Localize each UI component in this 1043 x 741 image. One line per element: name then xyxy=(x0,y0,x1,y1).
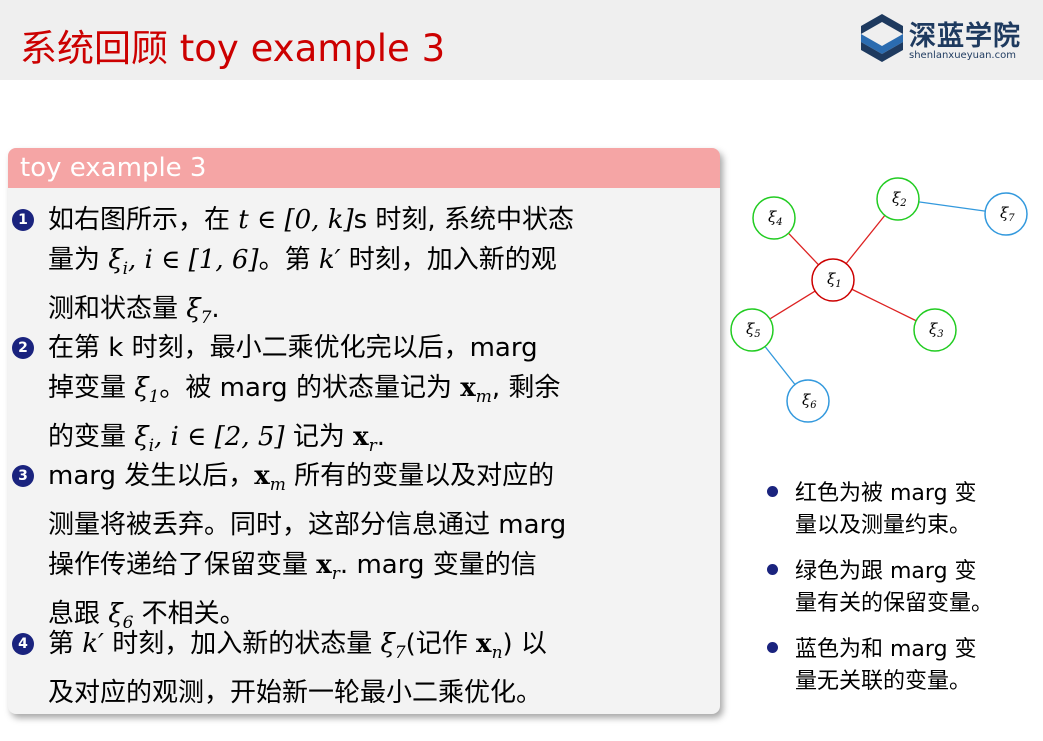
block-title-text: toy example 3 xyxy=(20,153,207,183)
math-symbol: ξ xyxy=(380,629,395,659)
logo-text: 深蓝学院 xyxy=(909,21,1021,52)
math-symbol: ξ xyxy=(134,422,149,453)
graph-edge xyxy=(788,232,819,266)
bullet-line: 量有关的保留变量。 xyxy=(795,591,994,616)
item-line: 掉变量 ξ1。被 marg 的状态量记为 xm, 剩余 xyxy=(48,373,561,408)
slide-title: 系统回顾 toy example 3 xyxy=(20,27,446,70)
bullet-line: 绿色为跟 marg 变 xyxy=(795,559,977,584)
item-number-badge: 4 xyxy=(12,633,34,655)
math-subscript: r xyxy=(368,436,377,457)
item-line: 测量将被丢弃。同时，这部分信息通过 marg xyxy=(48,510,567,541)
graph-edge xyxy=(845,214,886,265)
bullet-icon xyxy=(767,486,778,497)
math-symbol: ξ xyxy=(186,294,201,325)
bullet-line: 量无关联的变量。 xyxy=(795,669,972,694)
math-symbol: , i ∈ [1, 6] xyxy=(128,245,259,275)
item-line: 及对应的观测，开始新一轮最小二乘优化。 xyxy=(48,678,543,709)
math-subscript: n xyxy=(491,643,503,664)
math-vector: x xyxy=(476,629,492,659)
math-subscript: 7 xyxy=(200,308,212,329)
math-symbol: ξ xyxy=(108,245,123,275)
slide-header: 系统回顾 toy example 3 深蓝学院 shenlanxueyuan.c… xyxy=(0,0,1043,80)
legend-bullet-item: 绿色为跟 marg 变量有关的保留变量。 xyxy=(765,556,1035,620)
math-vector: x xyxy=(254,461,270,491)
math-symbol: ξ xyxy=(134,373,149,403)
graph-edge xyxy=(851,288,917,322)
bullet-line: 量以及测量约束。 xyxy=(795,513,972,538)
legend-bullets: 红色为被 marg 变量以及测量约束。 绿色为跟 marg 变量有关的保留变量。蓝… xyxy=(765,478,1035,712)
graph-edge xyxy=(769,290,816,320)
math-vector: x xyxy=(316,550,332,581)
math-symbol: t ∈ [0, k] xyxy=(238,205,354,235)
bullet-icon xyxy=(767,642,778,653)
math-symbol: k′ xyxy=(82,629,104,659)
list-item: 2 在第 k 时刻，最小二乘优化完以后，marg 掉变量 ξ1。被 marg 的状态… xyxy=(12,328,561,466)
math-vector: x xyxy=(460,373,476,403)
bullet-icon xyxy=(767,564,778,575)
item-number-badge: 1 xyxy=(12,209,34,231)
item-line: 在第 k 时刻，最小二乘优化完以后，marg xyxy=(48,333,538,363)
item-line: marg 发生以后，xm 所有的变量以及对应的 xyxy=(48,461,555,496)
logo-url: shenlanxueyuan.com xyxy=(909,50,1016,61)
list-item: 1 如右图所示，在 t ∈ [0, k]s 时刻, 系统中状态量为 ξi, i ∈… xyxy=(12,200,574,338)
item-number-badge: 3 xyxy=(12,465,34,487)
math-symbol: , i ∈ [2, 5] xyxy=(154,422,285,453)
logo-icon xyxy=(861,14,903,62)
bullet-line: 红色为被 marg 变 xyxy=(795,481,977,506)
math-subscript: m xyxy=(475,387,492,408)
item-line: 操作传递给了保留变量 xr. marg 变量的信 xyxy=(48,550,537,585)
item-line: 第 k′ 时刻，加入新的状态量 ξ7(记作 xn) 以 xyxy=(48,629,547,664)
item-number-badge: 2 xyxy=(12,337,34,359)
graph-edge xyxy=(918,201,986,212)
math-subscript: r xyxy=(331,564,340,585)
graph-edge xyxy=(764,346,796,385)
math-subscript: 1 xyxy=(148,387,160,408)
item-line: 量为 ξi, i ∈ [1, 6]。第 k′ 时刻，加入新的观 xyxy=(48,245,557,280)
block-title: toy example 3 xyxy=(8,148,720,188)
math-symbol: k′ xyxy=(318,245,341,275)
legend-bullet-item: 红色为被 marg 变量以及测量约束。 xyxy=(765,478,1035,542)
math-subscript: m xyxy=(269,475,286,496)
math-subscript: 7 xyxy=(394,643,406,664)
bullet-line: 蓝色为和 marg 变 xyxy=(795,637,977,662)
math-vector: x xyxy=(353,422,369,453)
legend-bullet-item: 蓝色为和 marg 变量无关联的变量。 xyxy=(765,634,1035,698)
factor-graph: ξ1ξ2ξ3ξ4ξ5ξ6ξ7 xyxy=(730,177,1028,423)
toy-example-block: toy example 3 1 如右图所示，在 t ∈ [0, k]s 时刻, 系… xyxy=(8,148,720,714)
list-item: 3 marg 发生以后，xm 所有的变量以及对应的测量将被丢弃。同时，这部分信息通… xyxy=(12,456,567,644)
list-item: 4 第 k′ 时刻，加入新的状态量 ξ7(记作 xn) 以及对应的观测，开始新一轮… xyxy=(12,624,547,713)
item-line: 如右图所示，在 t ∈ [0, k]s 时刻, 系统中状态 xyxy=(48,205,574,235)
logo: 深蓝学院 shenlanxueyuan.com xyxy=(857,12,1033,68)
